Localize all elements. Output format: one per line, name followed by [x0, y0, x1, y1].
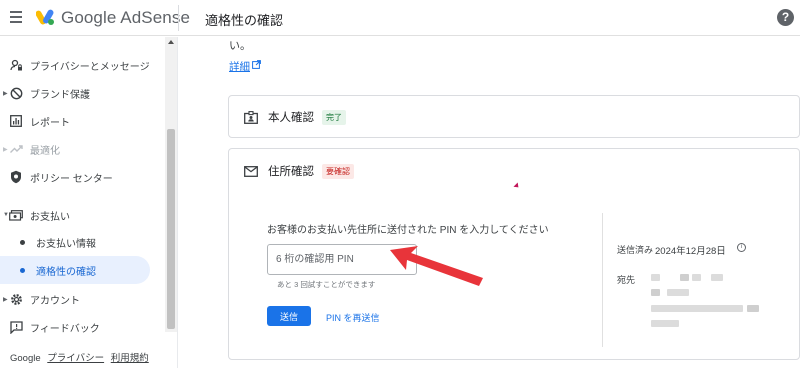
sidebar-item-brand-protection[interactable]: ▶ ブランド保護	[0, 79, 165, 107]
redacted-block	[711, 274, 723, 281]
caret-right-icon: ▶	[3, 146, 8, 153]
sidebar-item-label: レポート	[30, 117, 70, 129]
redacted-block	[747, 305, 759, 312]
redacted-block	[680, 274, 689, 281]
sidebar-item-account[interactable]: ▶ アカウント	[0, 285, 165, 313]
identity-verification-card: 本人確認 完了	[228, 95, 800, 138]
resend-pin-link[interactable]: PIN を再送信	[326, 311, 380, 324]
caret-right-icon: ▶	[3, 296, 8, 303]
sidebar-item-label: アカウント	[30, 295, 80, 307]
status-badge-needs-action: 要確認	[322, 163, 354, 179]
scroll-up-icon[interactable]	[168, 40, 174, 44]
sidebar-item-optimization[interactable]: ▶ 最適化	[0, 135, 165, 163]
sidebar-item-reports[interactable]: レポート	[0, 107, 165, 135]
sidebar-item-label: 適格性の確認	[36, 266, 96, 278]
sidebar-item-privacy[interactable]: プライバシーとメッセージ	[0, 51, 165, 79]
sent-date: 2024年12月28日	[655, 246, 726, 257]
sidebar-item-label: ブランド保護	[30, 89, 90, 101]
payments-icon	[9, 208, 23, 222]
pin-instruction: お客様のお支払い先住所に送付された PIN を入力してください	[267, 225, 549, 236]
attempts-hint: あと 3 回試すことができます	[277, 280, 376, 289]
person-lock-icon	[9, 58, 23, 72]
gear-icon	[9, 292, 23, 306]
trending-up-icon	[9, 142, 23, 156]
redacted-block	[651, 289, 660, 296]
sidebar-item-policy-center[interactable]: ポリシー センター	[0, 163, 165, 191]
sidebar: プライバシーとメッセージ ▶ ブランド保護 レポート ▶ 最適化 ポリシー セン…	[0, 37, 178, 368]
sidebar-item-payment-info[interactable]: お支払い情報	[0, 228, 165, 256]
block-icon	[9, 86, 23, 100]
sidebar-scrollbar[interactable]	[165, 37, 177, 332]
status-badge-complete: 完了	[322, 109, 346, 125]
address-verification-card: 住所確認 要確認 お客様のお支払い先住所に送付された PIN を入力してください…	[228, 148, 800, 360]
redacted-block	[692, 274, 701, 281]
info-icon[interactable]: i	[737, 243, 746, 252]
sidebar-item-label: お支払い情報	[36, 238, 96, 250]
top-app-bar: Google AdSense 適格性の確認 ?	[0, 0, 800, 36]
mail-icon	[243, 164, 259, 178]
id-badge-icon	[243, 110, 259, 124]
sent-label: 送信済み	[617, 245, 654, 255]
adsense-logo-icon	[36, 9, 54, 25]
header-divider	[178, 5, 179, 31]
identity-card-header: 本人確認 完了	[243, 109, 346, 125]
bar-chart-icon	[9, 114, 23, 128]
help-icon[interactable]: ?	[777, 9, 794, 26]
page-title: 適格性の確認	[205, 13, 284, 28]
sidebar-item-label: プライバシーとメッセージ	[30, 61, 150, 73]
sidebar-item-label: フィードバック	[30, 323, 100, 335]
sidebar-item-label: 最適化	[30, 145, 60, 157]
sidebar-footer: Google プライバシー 利用規約	[10, 350, 149, 364]
vertical-divider	[602, 213, 603, 347]
scrollbar-thumb[interactable]	[167, 129, 175, 329]
shield-icon	[9, 170, 23, 184]
main-content: い。 詳細 本人確認 完了 住所確認 要確認 お客様のお支払い先住所に送付された…	[178, 37, 800, 368]
footer-brand: Google	[10, 353, 41, 364]
sidebar-item-feedback[interactable]: フィードバック	[0, 313, 165, 341]
sidebar-item-label: ポリシー センター	[30, 173, 113, 185]
address-card-title: 住所確認	[268, 166, 314, 178]
privacy-link[interactable]: プライバシー	[47, 353, 104, 364]
menu-icon[interactable]	[10, 11, 22, 23]
submit-button[interactable]: 送信	[267, 306, 311, 326]
redacted-block	[667, 289, 689, 296]
learn-more-link[interactable]: 詳細	[229, 59, 250, 74]
redacted-block	[651, 274, 660, 281]
bullet-icon	[20, 267, 25, 273]
destination-label: 宛先	[617, 275, 636, 285]
terms-link[interactable]: 利用規約	[111, 353, 149, 364]
redacted-block	[651, 305, 743, 312]
sidebar-item-eligibility-check[interactable]: 適格性の確認	[0, 256, 150, 284]
address-card-header: 住所確認 要確認	[243, 163, 354, 179]
identity-card-title: 本人確認	[268, 112, 314, 124]
annotation-arrow-icon	[390, 246, 483, 286]
feedback-icon	[9, 320, 23, 334]
sidebar-item-payments[interactable]: ▼ お支払い	[0, 201, 165, 229]
sidebar-item-label: お支払い	[30, 211, 70, 223]
caret-right-icon: ▶	[3, 90, 8, 97]
redacted-block	[651, 320, 679, 327]
bullet-icon	[20, 239, 25, 245]
external-link-icon	[252, 60, 261, 69]
description-trail-text: い。	[229, 40, 251, 52]
brand-name: Google AdSense	[61, 8, 190, 27]
